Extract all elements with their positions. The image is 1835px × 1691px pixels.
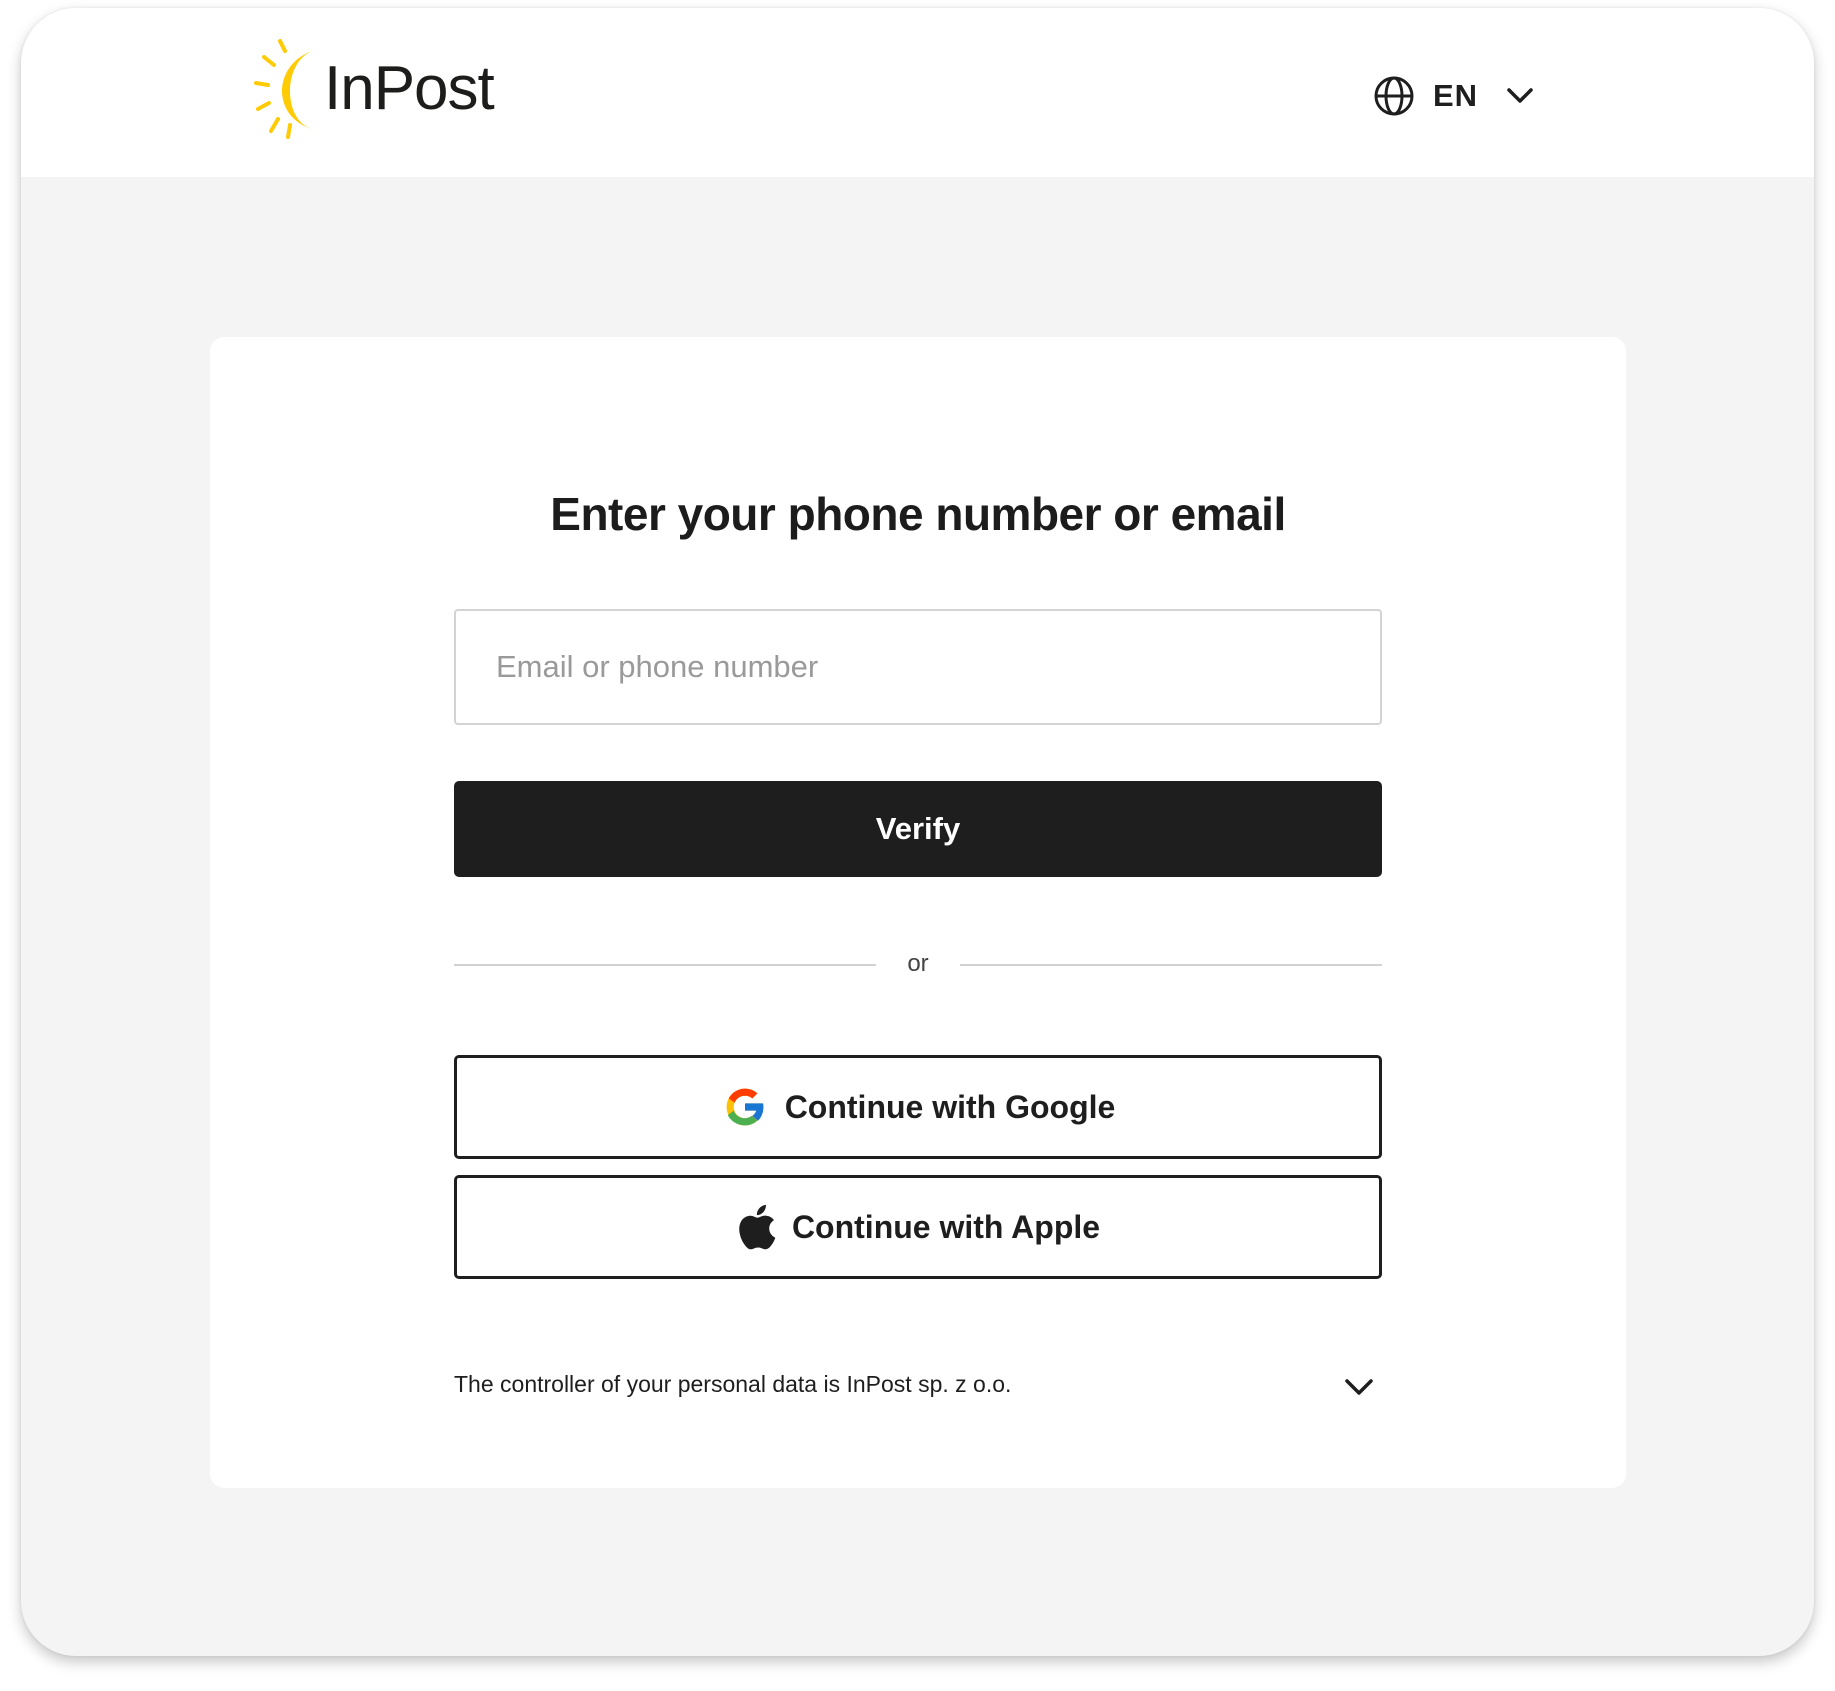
inpost-logo[interactable]: InPost: [254, 38, 495, 140]
inpost-sun-logo-icon: [254, 39, 312, 139]
chevron-down-icon[interactable]: [1344, 1377, 1374, 1399]
continue-with-apple-button[interactable]: Continue with Apple: [454, 1175, 1382, 1279]
personal-data-notice: The controller of your personal data is …: [454, 1367, 1382, 1407]
or-divider: or: [454, 949, 1382, 979]
login-card: Enter your phone number or email Verify …: [210, 337, 1626, 1488]
google-g-icon: [726, 1088, 765, 1126]
language-selector[interactable]: EN: [1373, 74, 1534, 118]
page-title: Enter your phone number or email: [550, 488, 1286, 540]
language-label: EN: [1433, 78, 1479, 113]
logo-text: InPost: [324, 54, 495, 123]
app-window: InPost EN Enter your phone number or ema…: [21, 8, 1814, 1656]
google-button-label: Continue with Google: [784, 1088, 1116, 1125]
verify-button[interactable]: Verify: [454, 781, 1382, 877]
continue-with-google-button[interactable]: Continue with Google: [454, 1055, 1382, 1159]
apple-icon: [739, 1204, 776, 1250]
email-or-phone-input[interactable]: [454, 609, 1382, 725]
chevron-down-icon: [1507, 88, 1533, 103]
globe-icon: [1374, 76, 1414, 116]
personal-data-text: The controller of your personal data is …: [454, 1371, 1012, 1397]
apple-button-label: Continue with Apple: [791, 1208, 1101, 1245]
divider-line-right: [960, 964, 1382, 966]
top-header: InPost EN: [21, 8, 1814, 177]
